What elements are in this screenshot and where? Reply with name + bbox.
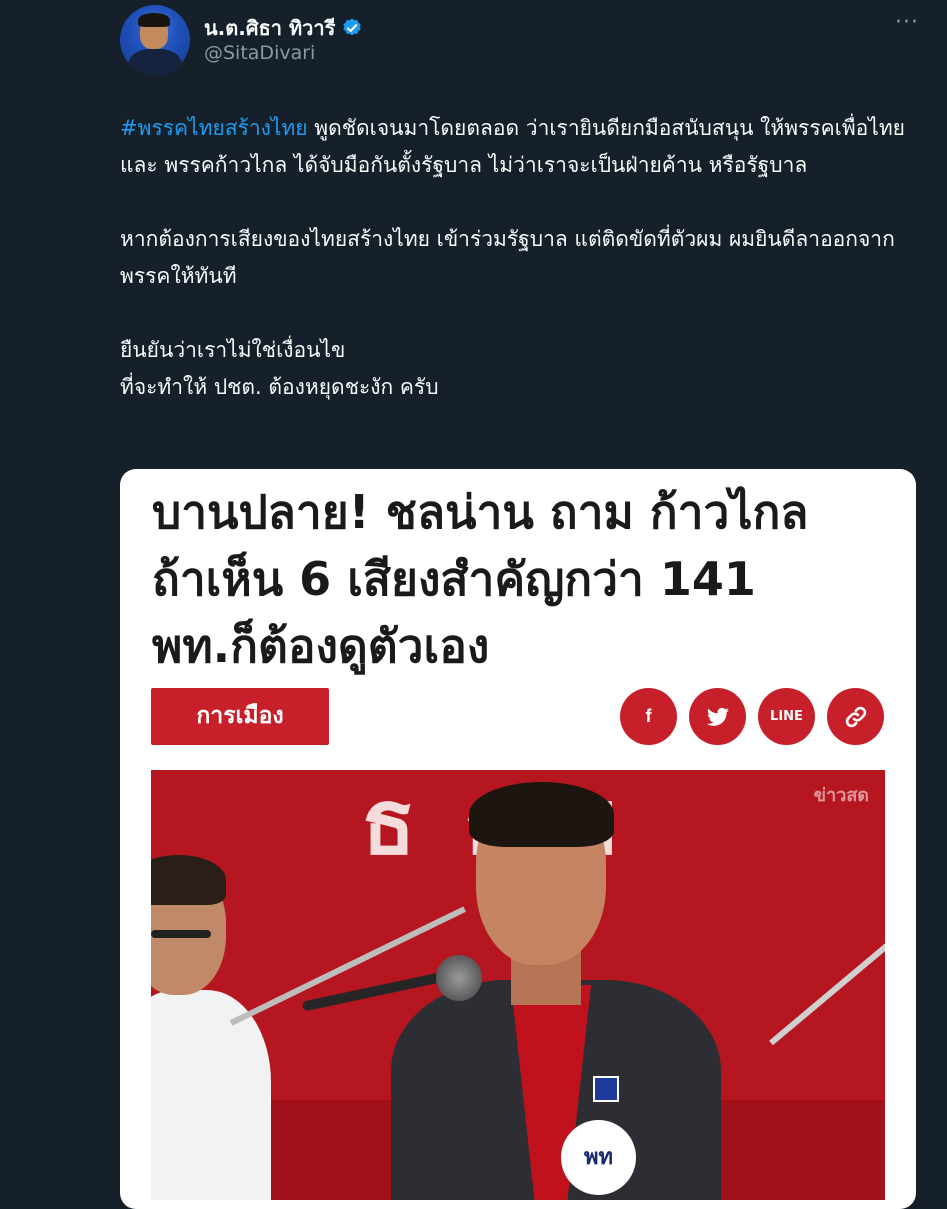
line-icon: LINE	[758, 688, 815, 745]
hashtag-link[interactable]: #พรรคไทยสร้างไทย	[120, 116, 308, 140]
facebook-icon: f	[620, 688, 677, 745]
category-tag: การเมือง	[151, 688, 329, 745]
author-handle[interactable]: @SitaDivari	[204, 42, 315, 64]
right-microphone-stand	[769, 937, 885, 1046]
party-badge: พท	[561, 1120, 636, 1195]
attached-image-card[interactable]: บานปลาย! ชลน่าน ถาม ก้าวไกล ถ้าเห็น 6 เส…	[120, 469, 916, 1209]
avatar[interactable]	[120, 5, 190, 75]
photo-watermark: ข่าวสด	[813, 785, 869, 806]
avatar-shirt	[128, 49, 182, 75]
left-person-glasses	[151, 930, 211, 938]
microphone-icon	[436, 955, 482, 1001]
speaker-hair	[469, 782, 614, 847]
tweet-paragraph-3: ยืนยันว่าเราไม่ใช่เงื่อนไข ที่จะทำให้ ปช…	[120, 332, 920, 406]
article-headline: บานปลาย! ชลน่าน ถาม ก้าวไกล ถ้าเห็น 6 เส…	[152, 479, 892, 680]
author-display-name[interactable]: น.ต.ศิธา ทิวารี	[204, 12, 363, 44]
tweet-paragraph-1: #พรรคไทยสร้างไทย พูดชัดเจนมาโดยตลอด ว่าเ…	[120, 110, 920, 184]
more-options-icon[interactable]: ···	[892, 10, 922, 40]
tweet-paragraph-2: หากต้องการเสียงของไทยสร้างไทย เข้าร่วมรั…	[120, 227, 895, 288]
facebook-glyph: f	[645, 706, 652, 726]
left-person-hair	[151, 855, 226, 905]
line-label: LINE	[770, 709, 803, 724]
avatar-hair	[138, 13, 170, 27]
author-display-name-text[interactable]: น.ต.ศิธา ทิวารี	[204, 12, 335, 44]
article-photo: ธ ธ ฯ ข่าวสด พท	[151, 770, 885, 1200]
tweet-paragraph-3-line-2: ที่จะทำให้ ปชต. ต้องหยุดชะงัก ครับ	[120, 375, 439, 399]
speaker-pin	[593, 1076, 619, 1102]
headline-line-1: บานปลาย! ชลน่าน ถาม ก้าวไกล	[152, 485, 809, 539]
tweet-paragraph-3-line-1: ยืนยันว่าเราไม่ใช่เงื่อนไข	[120, 338, 346, 362]
headline-line-2: ถ้าเห็น 6 เสียงสำคัญกว่า 141	[152, 552, 756, 606]
verified-badge-icon	[341, 17, 363, 39]
tweet-text: #พรรคไทยสร้างไทย พูดชัดเจนมาโดยตลอด ว่าเ…	[120, 110, 920, 443]
tweet: น.ต.ศิธา ทิวารี @SitaDivari ··· #พรรคไทย…	[0, 0, 947, 1209]
twitter-icon	[689, 688, 746, 745]
left-person-body	[151, 990, 271, 1200]
link-icon	[827, 688, 884, 745]
headline-line-3: พท.ก็ต้องดูตัวเอง	[152, 619, 490, 673]
